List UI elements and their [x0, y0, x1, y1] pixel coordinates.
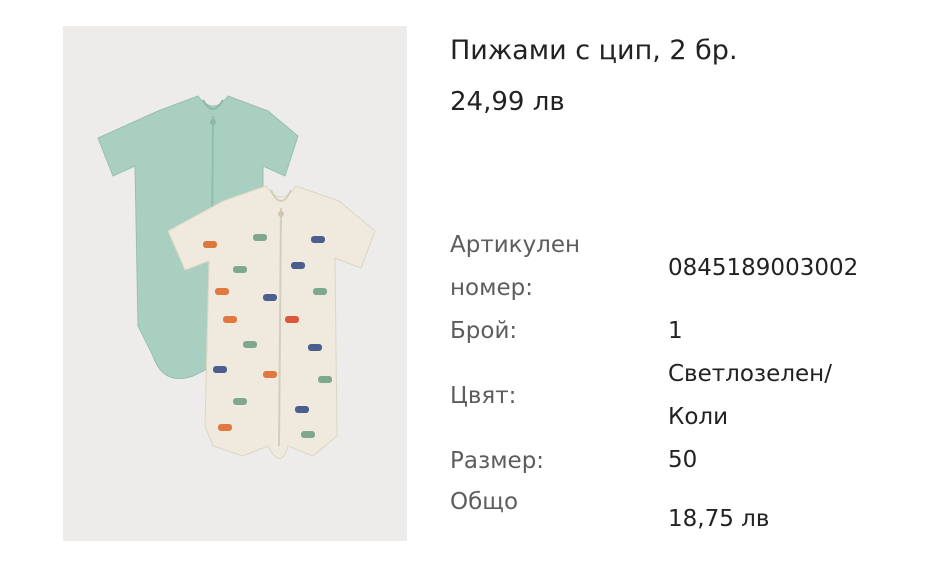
color-value-line1: Светлозелен/ [668, 361, 832, 387]
article-label-line1: Артикулен [450, 232, 581, 258]
product-title[interactable]: Пижами с цип, 2 бр. [450, 35, 738, 66]
product-image[interactable] [63, 26, 407, 541]
total-value: 18,75 лв [668, 506, 770, 532]
quantity-value: 1 [668, 318, 683, 344]
romper-illustration [97, 95, 376, 459]
article-number-value: 0845189003002 [668, 255, 859, 281]
size-label: Размер: [450, 448, 545, 474]
product-price: 24,99 лв [450, 87, 565, 117]
color-label: Цвят: [450, 383, 517, 409]
total-label: Общо [450, 489, 519, 515]
color-value-line2: Коли [668, 404, 729, 430]
quantity-label: Брой: [450, 318, 518, 344]
article-label-line2: номер: [450, 275, 533, 301]
size-value: 50 [668, 447, 698, 473]
